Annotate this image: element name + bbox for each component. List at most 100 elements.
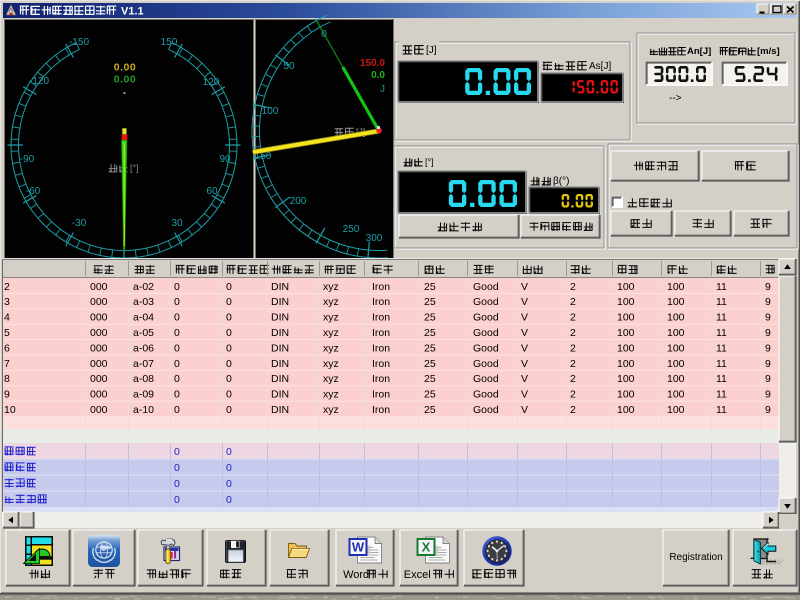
svg-text:000: 000 <box>90 358 108 370</box>
svg-text:9: 9 <box>765 281 771 293</box>
svg-text:9: 9 <box>765 312 771 324</box>
svg-text:0: 0 <box>226 342 232 354</box>
svg-text:a-09: a-09 <box>133 389 154 401</box>
svg-text:11: 11 <box>716 373 727 385</box>
svg-text:0: 0 <box>226 358 232 370</box>
svg-text:2: 2 <box>4 281 10 293</box>
svg-text:0: 0 <box>226 494 232 506</box>
svg-text:11: 11 <box>716 281 727 293</box>
svg-text:2: 2 <box>570 296 576 308</box>
svg-text:11: 11 <box>716 342 727 354</box>
svg-text:Good: Good <box>473 404 499 416</box>
svg-text:100: 100 <box>667 373 685 385</box>
svg-text:Good: Good <box>473 312 499 324</box>
svg-text:000: 000 <box>90 281 108 293</box>
svg-text:0: 0 <box>226 296 232 308</box>
svg-text:9: 9 <box>765 404 771 416</box>
svg-text:100: 100 <box>667 281 685 293</box>
svg-text:25: 25 <box>424 327 436 339</box>
svg-text:xyz: xyz <box>323 342 339 354</box>
svg-text:Good: Good <box>473 389 499 401</box>
svg-text:Good: Good <box>473 342 499 354</box>
svg-text:xyz: xyz <box>323 281 339 293</box>
svg-text:25: 25 <box>424 296 436 308</box>
svg-text:DIN: DIN <box>271 373 289 385</box>
svg-text:000: 000 <box>90 296 108 308</box>
svg-text:Registration: Registration <box>669 552 722 563</box>
svg-text:V: V <box>521 281 528 293</box>
svg-text:100: 100 <box>617 404 635 416</box>
svg-text:a-03: a-03 <box>133 296 154 308</box>
svg-text:50: 50 <box>283 61 295 72</box>
svg-text:10: 10 <box>4 404 16 416</box>
svg-text:150.0: 150.0 <box>360 58 385 69</box>
svg-text:xyz: xyz <box>323 312 339 324</box>
svg-text:0: 0 <box>226 373 232 385</box>
svg-text:a-07: a-07 <box>133 358 154 370</box>
svg-text:a-06: a-06 <box>133 342 154 354</box>
svg-text:25: 25 <box>424 312 436 324</box>
svg-text:000: 000 <box>90 312 108 324</box>
svg-text:xyz: xyz <box>323 389 339 401</box>
svg-text:7: 7 <box>4 358 10 370</box>
svg-text:Iron: Iron <box>372 358 390 370</box>
svg-text:Excel: Excel <box>404 569 431 581</box>
svg-text:DIN: DIN <box>271 389 289 401</box>
svg-text:DIN: DIN <box>271 404 289 416</box>
svg-text:11: 11 <box>716 312 727 324</box>
svg-text:0: 0 <box>226 404 232 416</box>
svg-text:0.00: 0.00 <box>114 62 136 74</box>
svg-text:-90: -90 <box>20 154 35 165</box>
svg-text:β(°): β(°) <box>553 176 569 187</box>
svg-text:000: 000 <box>90 342 108 354</box>
svg-text:9: 9 <box>765 296 771 308</box>
svg-text:V: V <box>521 327 528 339</box>
svg-text:0: 0 <box>226 327 232 339</box>
svg-text:Iron: Iron <box>372 342 390 354</box>
svg-text:xyz: xyz <box>323 296 339 308</box>
svg-text:V: V <box>521 358 528 370</box>
svg-text:xyz: xyz <box>323 373 339 385</box>
svg-text:Iron: Iron <box>372 389 390 401</box>
svg-text:DIN: DIN <box>271 342 289 354</box>
svg-text:2: 2 <box>570 327 576 339</box>
svg-text:5: 5 <box>4 327 10 339</box>
svg-text:100: 100 <box>617 373 635 385</box>
svg-text:25: 25 <box>424 358 436 370</box>
svg-text:0.0: 0.0 <box>371 70 385 81</box>
svg-text:DIN: DIN <box>271 312 289 324</box>
svg-text:000: 000 <box>90 373 108 385</box>
svg-text:90: 90 <box>219 154 231 165</box>
svg-text:100: 100 <box>667 342 685 354</box>
svg-text:Iron: Iron <box>372 296 390 308</box>
svg-text:Good: Good <box>473 373 499 385</box>
svg-text:100: 100 <box>667 327 685 339</box>
svg-text:000: 000 <box>90 389 108 401</box>
svg-text:11: 11 <box>716 358 727 370</box>
svg-text:Word: Word <box>343 569 369 581</box>
svg-text:9: 9 <box>765 342 771 354</box>
svg-text:4: 4 <box>4 312 10 324</box>
svg-text:25: 25 <box>424 281 436 293</box>
svg-text:100: 100 <box>617 296 635 308</box>
svg-text:a-10: a-10 <box>133 404 154 416</box>
svg-text:V: V <box>521 404 528 416</box>
svg-text:0: 0 <box>174 281 180 293</box>
svg-text:0: 0 <box>174 389 180 401</box>
svg-text:0.00: 0.00 <box>114 74 136 86</box>
svg-text:100: 100 <box>667 358 685 370</box>
svg-text:250: 250 <box>343 224 360 235</box>
svg-text:11: 11 <box>716 327 727 339</box>
svg-text:11: 11 <box>716 296 727 308</box>
svg-text:9: 9 <box>4 389 10 401</box>
svg-text:2: 2 <box>570 358 576 370</box>
svg-text:0: 0 <box>226 389 232 401</box>
svg-text:2: 2 <box>570 312 576 324</box>
svg-text:Iron: Iron <box>372 281 390 293</box>
svg-text:100: 100 <box>617 312 635 324</box>
svg-text:6: 6 <box>4 342 10 354</box>
svg-text:3: 3 <box>4 296 10 308</box>
svg-text:2: 2 <box>570 342 576 354</box>
svg-text:25: 25 <box>424 373 436 385</box>
svg-text:Iron: Iron <box>372 404 390 416</box>
